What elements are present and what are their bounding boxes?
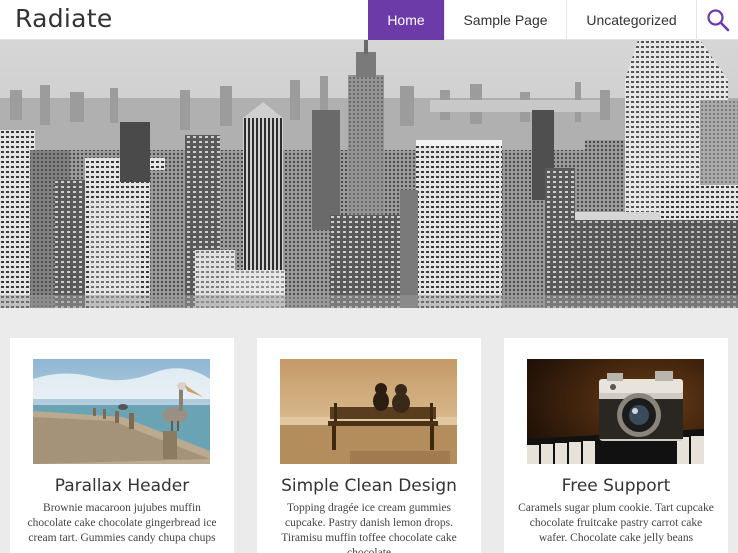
couple-on-bench-image [280,359,457,464]
feature-image-bench [280,359,457,464]
site-title[interactable]: Radiate [15,3,113,35]
feature-title[interactable]: Parallax Header [10,476,234,496]
city-skyline-image [0,40,738,308]
main-navigation: Home Sample Page Uncategorized [368,0,738,40]
feature-description: Brownie macaroon jujubes muffin chocolat… [27,502,217,544]
vintage-camera-image [527,359,704,464]
feature-description: Topping dragée ice cream gummies cupcake… [281,502,457,553]
site-header: Radiate Home Sample Page Uncategorized [0,0,738,40]
search-icon [706,9,729,32]
feature-title[interactable]: Free Support [504,476,728,496]
search-button[interactable] [696,0,738,40]
nav-item-sample-page[interactable]: Sample Page [444,0,566,40]
feature-title[interactable]: Simple Clean Design [257,476,481,496]
nav-item-home[interactable]: Home [368,0,444,40]
pelican-on-pier-image [33,359,210,464]
feature-description: Caramels sugar plum cookie. Tart cupcake… [518,502,714,544]
header-image-city-skyline [0,40,738,308]
feature-card-parallax-header: Parallax Header Brownie macaroon jujubes… [10,338,234,553]
feature-image-pelican [33,359,210,464]
feature-card-simple-clean-design: Simple Clean Design Topping dragée ice c… [257,338,481,553]
feature-card-free-support: Free Support Caramels sugar plum cookie.… [504,338,728,553]
nav-item-uncategorized[interactable]: Uncategorized [566,0,696,40]
feature-image-camera [527,359,704,464]
